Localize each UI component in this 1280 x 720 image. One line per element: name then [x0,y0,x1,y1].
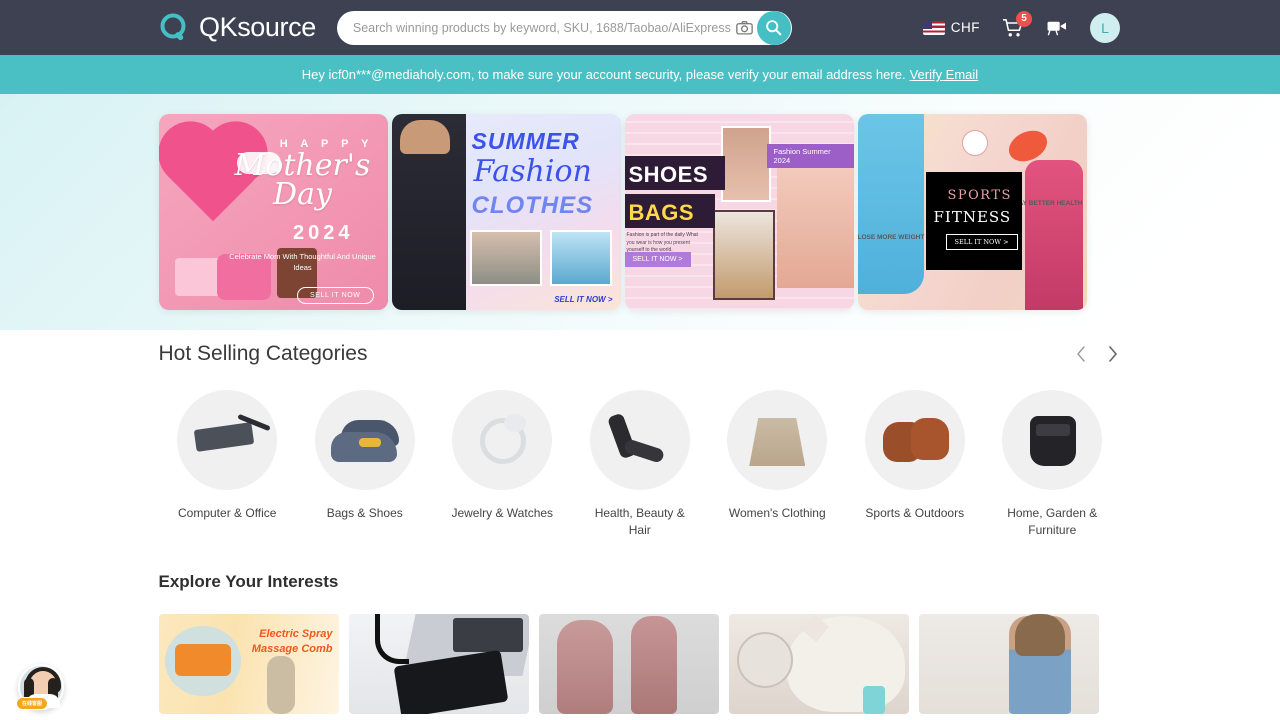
banner-line3: CLOTHES [471,192,594,219]
banner-cta-button[interactable]: SELL IT NOW > [554,295,612,304]
banner-line1: SUMMER [471,128,580,154]
category-thumbnail [177,390,278,490]
product-card-seamless-scrunch-leggings[interactable] [538,613,719,714]
category-label: Home, Garden & Furniture [1007,506,1098,538]
currency-code: CHF [950,20,980,35]
category-item-computer-office[interactable]: Computer & Office [159,390,297,540]
banner-tag: Fashion Summer 2024 [766,144,854,168]
category-thumbnail [589,390,690,490]
product-swatch [549,230,612,286]
sandal-photo [776,158,854,288]
cart-button[interactable]: 5 [1002,10,1032,38]
banner-cta-button[interactable]: SELL IT NOW > [945,234,1018,250]
brand-logo[interactable]: QKsource [160,12,316,43]
search-input[interactable] [336,10,733,45]
handbag-photo [712,210,775,300]
video-camera-icon [1047,21,1066,35]
explore-product-grid: Electric Spray Massage Comb [158,613,1122,714]
category-thumbnail [864,390,965,490]
camera-icon[interactable] [733,16,757,40]
product-swatch [469,230,542,286]
header-actions: CHF 5 L [922,10,1120,43]
verify-email-link[interactable]: Verify Email [910,67,979,82]
categories-title: Hot Selling Categories [158,342,368,365]
product-card-electric-spray-massage-comb[interactable]: Electric Spray Massage Comb [158,613,339,714]
product-card-cat-laser-teaser-toy[interactable] [728,613,909,714]
category-label: Health, Beauty & Hair [594,506,685,538]
explore-section-header: Explore Your Interests [159,572,1122,592]
top-header: QKsource CHF [0,0,1280,55]
model-photo [1024,160,1083,310]
product-title-line1: Electric Spray [259,627,333,640]
banner-title: Mother's Day [234,148,371,212]
category-list: Computer & Office Bags & Shoes Jewelry &… [159,390,1122,540]
category-item-health-beauty-hair[interactable]: Health, Beauty & Hair [571,390,709,540]
chat-status-badge: 在线客服 [16,697,49,710]
user-avatar[interactable]: L [1090,12,1120,43]
verify-email-banner: Hey icf0n***@mediaholy.com, to make sure… [0,55,1280,94]
chevron-left-icon[interactable] [1072,345,1090,363]
verify-email-message: Hey icf0n***@mediaholy.com, to make sure… [301,67,906,82]
banner-cta-button[interactable]: SELL IT NOW > [624,252,691,267]
category-item-home-garden-furniture[interactable]: Home, Garden & Furniture [984,390,1122,540]
promo-banner-mothers-day[interactable]: H A P P Y Mother's Day 2024 Celebrate Mo… [158,114,388,310]
product-card-usb-hub-adapter[interactable] [348,613,529,714]
product-title-line2: Massage Comb [251,642,333,655]
category-thumbnail [452,390,553,490]
cart-badge: 5 [1016,10,1032,27]
banner-subtitle: Celebrate Mom With Thoughtful And Unique… [229,252,376,272]
chevron-right-icon[interactable] [1104,345,1122,363]
promo-banner-summer-fashion[interactable]: SUMMER Fashion CLOTHES SELL IT NOW > [391,114,621,310]
model-photo [857,114,924,294]
category-thumbnail [727,390,828,490]
category-label: Sports & Outdoors [865,506,965,520]
category-item-womens-clothing[interactable]: Women's Clothing [709,390,847,540]
category-label: Computer & Office [178,506,277,520]
banner-line2: Fashion [473,154,592,189]
model-photo [391,114,466,310]
banner-line1: SHOES [628,162,709,187]
category-label: Bags & Shoes [326,506,403,520]
category-item-jewelry-watches[interactable]: Jewelry & Watches [434,390,572,540]
banner-right-label: STAY BETTER HEALTH [1010,200,1083,207]
banner-line2: BAGS [628,200,695,225]
banner-year: 2024 [293,222,354,244]
category-item-bags-shoes[interactable]: Bags & Shoes [296,390,434,540]
category-thumbnail [314,390,415,490]
category-item-sports-outdoors[interactable]: Sports & Outdoors [846,390,984,540]
explore-title: Explore Your Interests [158,571,339,591]
avatar-initial: L [1101,19,1109,36]
banner-cta-button[interactable]: SELL IT NOW [296,287,374,304]
banner-left-label: LOSE MORE WEIGHT [857,234,925,241]
promo-banner-sports-fitness[interactable]: LOSE MORE WEIGHT STAY BETTER HEALTH SPOR… [857,114,1087,310]
us-flag-icon [922,20,945,35]
category-label: Women's Clothing [728,506,826,520]
search-bar[interactable] [336,10,792,45]
video-button[interactable] [1046,19,1068,37]
gift-box-decoration [174,258,223,296]
promo-banner-shoes-bags[interactable]: SHOES BAGS Fashion is part of the daily … [624,114,854,310]
support-chat-widget[interactable]: 在线客服 [16,664,64,710]
banner-line1: SPORTS [947,188,1012,203]
categories-section-header: Hot Selling Categories [159,342,1122,366]
sandal-photo [720,126,771,202]
page-body: H A P P Y Mother's Day 2024 Celebrate Mo… [0,94,1280,720]
category-thumbnail [1002,390,1103,490]
magnifier-q-logo-icon [160,13,190,43]
currency-selector[interactable]: CHF [922,20,980,35]
carousel-controls [1072,345,1122,363]
product-card-denim-corset-top[interactable] [918,613,1099,714]
brand-name: QKsource [199,12,316,42]
banner-line2: FITNESS [933,208,1012,226]
search-submit-button[interactable] [756,10,791,45]
category-label: Jewelry & Watches [451,506,554,520]
baseball-decoration [961,130,988,156]
promo-banner-row: H A P P Y Mother's Day 2024 Celebrate Mo… [158,94,1122,310]
